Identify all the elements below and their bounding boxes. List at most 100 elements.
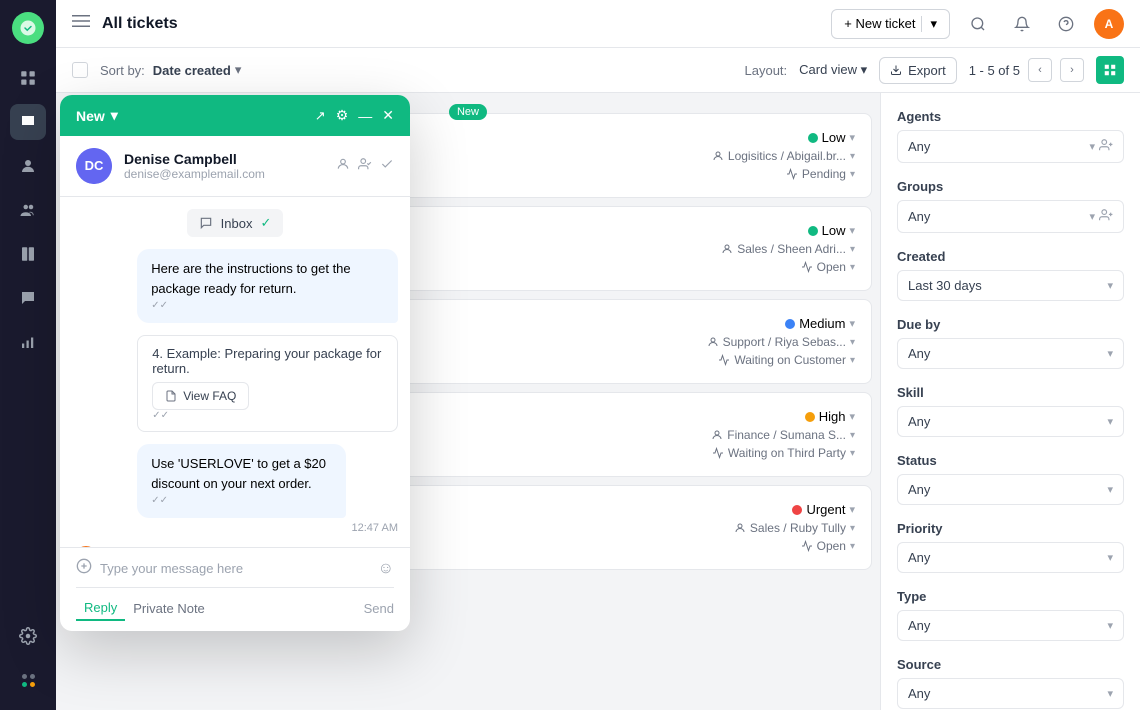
chat-contact: DC Denise Campbell denise@examplemail.co… <box>60 136 410 197</box>
minimize-icon[interactable]: — <box>358 108 372 124</box>
help-icon[interactable] <box>1050 8 1082 40</box>
priority-badge: Medium ▾ <box>785 316 855 331</box>
sidebar-item-groups[interactable] <box>10 192 46 228</box>
filter-panel: Agents Any ▾ Groups Any ▾ <box>880 93 1140 710</box>
ticket-status: Open ▾ <box>801 260 855 274</box>
header: All tickets + New ticket ▾ A <box>56 0 1140 48</box>
add-attachment-icon[interactable] <box>76 558 92 579</box>
menu-icon[interactable] <box>72 12 90 35</box>
search-icon[interactable] <box>962 8 994 40</box>
card-view-button[interactable]: Card view ▾ <box>799 62 867 78</box>
skill-dropdown[interactable]: Any ▾ <box>897 406 1124 437</box>
chat-messages: Inbox ✓ Here are the instructions to get… <box>60 197 410 547</box>
agents-dropdown-chevron: ▾ <box>1089 140 1095 153</box>
skill-chevron: ▾ <box>1107 415 1113 428</box>
chat-input-area: ☺ Reply Private Note Send <box>60 547 410 631</box>
open-external-icon[interactable]: ↗ <box>315 108 326 124</box>
groups-dropdown[interactable]: Any ▾ <box>897 200 1124 233</box>
sidebar-item-books[interactable] <box>10 236 46 272</box>
sidebar-item-chat[interactable] <box>10 280 46 316</box>
ticket-assignee: Finance / Sumana S... ▾ <box>711 428 855 442</box>
list-item: Use 'USERLOVE' to get a $20 discount on … <box>137 444 398 534</box>
export-button[interactable]: Export <box>879 57 957 84</box>
sidebar-item-dashboard[interactable] <box>10 60 46 96</box>
agents-dropdown[interactable]: Any ▾ <box>897 130 1124 163</box>
ticket-assignee: Logisitics / Abigail.br... ▾ <box>712 149 855 163</box>
priority-chevron: ▾ <box>1107 551 1113 564</box>
next-page-button[interactable]: › <box>1060 58 1084 82</box>
close-icon[interactable]: ✕ <box>382 107 394 124</box>
sidebar <box>0 0 56 710</box>
type-dropdown[interactable]: Any ▾ <box>897 610 1124 641</box>
chat-status-dropdown[interactable]: New ▾ <box>76 107 118 124</box>
created-dropdown[interactable]: Last 30 days ▾ <box>897 270 1124 301</box>
type-filter: Type Any ▾ <box>897 589 1124 641</box>
sidebar-item-apps[interactable] <box>10 662 46 698</box>
source-filter: Source Any ▾ <box>897 657 1124 709</box>
skill-filter: Skill Any ▾ <box>897 385 1124 437</box>
priority-dot <box>808 226 818 236</box>
created-chevron: ▾ <box>1107 279 1113 292</box>
priority-badge: Urgent ▾ <box>792 502 855 517</box>
ticket-assignee: Sales / Ruby Tully ▾ <box>734 521 855 535</box>
agents-add-icon[interactable] <box>1099 138 1113 155</box>
sort-value: Date created <box>153 63 231 78</box>
priority-dot <box>792 505 802 515</box>
list-item: 4. Example: Preparing your package for r… <box>137 335 398 432</box>
priority-dot <box>805 412 815 422</box>
new-badge: New <box>449 104 487 120</box>
chat-overlay: New ▾ ↗ ⚙ — ✕ DC Denise Campbell denise@… <box>60 95 410 631</box>
created-filter: Created Last 30 days ▾ <box>897 249 1124 301</box>
check-icon: ✓ <box>260 215 271 231</box>
sidebar-item-inbox[interactable] <box>10 104 46 140</box>
notifications-icon[interactable] <box>1006 8 1038 40</box>
contact-email: denise@examplemail.com <box>124 167 324 181</box>
sidebar-logo[interactable] <box>12 12 44 44</box>
new-ticket-chevron: ▾ <box>921 16 937 32</box>
status-filter: Status Any ▾ <box>897 453 1124 505</box>
send-button[interactable]: Send <box>364 601 394 616</box>
status-dropdown[interactable]: Any ▾ <box>897 474 1124 505</box>
groups-add-icon[interactable] <box>1099 208 1113 225</box>
sort-by-dropdown[interactable]: Sort by: Date created ▾ <box>100 62 241 78</box>
toolbar: Sort by: Date created ▾ Layout: Card vie… <box>56 48 1140 93</box>
tab-private-note[interactable]: Private Note <box>125 597 213 620</box>
ticket-status: Waiting on Customer ▾ <box>718 353 855 367</box>
sidebar-item-settings[interactable] <box>10 618 46 654</box>
message-input[interactable] <box>100 561 370 576</box>
inbox-badge: Inbox ✓ <box>187 209 284 237</box>
due-by-dropdown[interactable]: Any ▾ <box>897 338 1124 369</box>
view-faq-button[interactable]: View FAQ <box>152 382 249 410</box>
reassign-icon[interactable] <box>358 157 372 176</box>
message-time: 12:47 AM <box>137 522 398 534</box>
avatar: DC <box>76 148 112 184</box>
priority-filter: Priority Any ▾ <box>897 521 1124 573</box>
settings-icon[interactable]: ⚙ <box>336 107 349 124</box>
sort-chevron-icon: ▾ <box>235 62 242 78</box>
user-avatar[interactable]: A <box>1094 9 1124 39</box>
status-chevron-icon: ▾ <box>111 107 118 124</box>
emoji-icon[interactable]: ☺ <box>378 560 394 578</box>
priority-badge: High ▾ <box>805 409 855 424</box>
ticket-assignee: Sales / Sheen Adri... ▾ <box>721 242 855 256</box>
groups-chevron: ▾ <box>1089 210 1095 223</box>
priority-dropdown[interactable]: Any ▾ <box>897 542 1124 573</box>
grid-view-button[interactable] <box>1096 56 1124 84</box>
select-all-checkbox[interactable] <box>72 62 88 78</box>
type-chevron: ▾ <box>1107 619 1113 632</box>
pagination: 1 - 5 of 5 ‹ › <box>969 58 1084 82</box>
prev-page-button[interactable]: ‹ <box>1028 58 1052 82</box>
ticket-status: Waiting on Third Party ▾ <box>712 446 855 460</box>
list-item: Here are the instructions to get the pac… <box>137 249 398 323</box>
groups-filter: Groups Any ▾ <box>897 179 1124 233</box>
sidebar-item-reports[interactable] <box>10 324 46 360</box>
due-by-filter: Due by Any ▾ <box>897 317 1124 369</box>
source-dropdown[interactable]: Any ▾ <box>897 678 1124 709</box>
new-ticket-button[interactable]: + New ticket ▾ <box>831 9 950 39</box>
tab-reply[interactable]: Reply <box>76 596 125 621</box>
priority-dot <box>808 133 818 143</box>
priority-badge: Low ▾ <box>808 130 855 145</box>
check-icon[interactable] <box>380 157 394 176</box>
sidebar-item-contacts[interactable] <box>10 148 46 184</box>
assign-icon[interactable] <box>336 157 350 176</box>
